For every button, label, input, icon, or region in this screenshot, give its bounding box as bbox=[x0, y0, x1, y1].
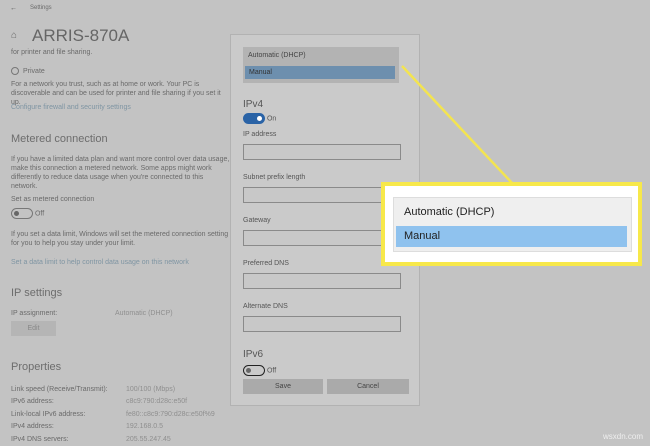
zoom-callout: Automatic (DHCP) Manual bbox=[381, 182, 642, 266]
callout-option-automatic: Automatic (DHCP) bbox=[404, 206, 495, 218]
callout-option-manual: Manual bbox=[396, 226, 627, 247]
watermark: wsxdn.com bbox=[603, 432, 644, 441]
callout-dropdown: Automatic (DHCP) Manual bbox=[393, 197, 632, 252]
